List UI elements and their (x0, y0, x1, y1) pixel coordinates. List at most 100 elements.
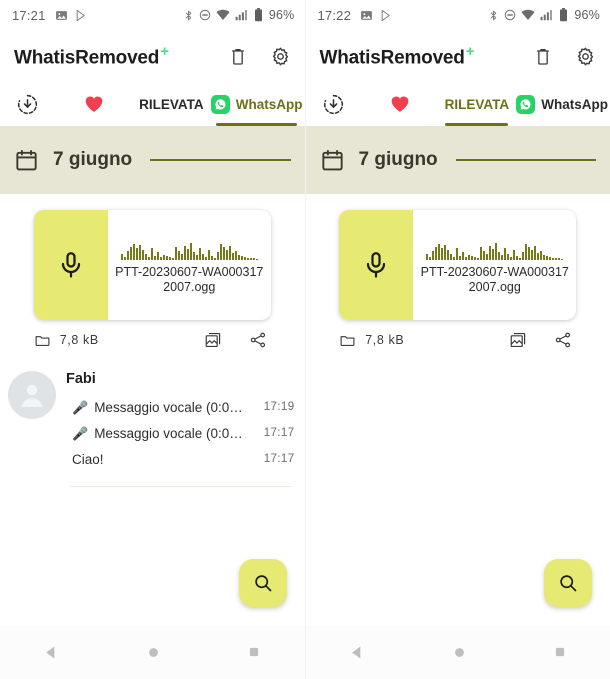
audio-card[interactable]: PTT-20230607-WA0003172007.ogg (33, 210, 271, 320)
audio-filename: PTT-20230607-WA0003172007.ogg (115, 264, 264, 294)
restore-icon (16, 93, 39, 116)
status-bar: 17:22 96% (306, 0, 610, 30)
message-time: 17:17 (263, 453, 295, 465)
tab-whatsapp[interactable]: WhatsApp (514, 82, 610, 126)
waveform (426, 236, 564, 260)
back-icon[interactable] (43, 644, 60, 661)
share-icon[interactable] (554, 331, 572, 349)
recents-icon[interactable] (553, 645, 567, 659)
image-icon (55, 9, 68, 22)
dnd-icon (504, 9, 516, 21)
tab-underline (216, 123, 297, 126)
list-item[interactable]: 🎤 Messaggio vocale (0:0… 17:19 (66, 394, 295, 420)
list-item[interactable]: 🎤 Messaggio vocale (0:0… 17:17 (66, 420, 295, 446)
tab-underline (445, 123, 509, 126)
app-title: WhatisRemoved+ (14, 43, 169, 69)
delete-icon[interactable] (533, 46, 553, 66)
date-rule (455, 159, 596, 161)
message-time: 17:17 (263, 427, 295, 439)
list-item[interactable]: Ciao! 17:17 (66, 446, 295, 472)
app-bar: WhatisRemoved+ (306, 30, 610, 82)
screen-left: 17:21 96% WhatisRemoved+ RILEVATA WhatsA… (0, 0, 305, 679)
dual-screenshot-container: 17:21 96% WhatisRemoved+ RILEVATA WhatsA… (0, 0, 610, 679)
signal-icon (235, 9, 249, 21)
app-bar: WhatisRemoved+ (0, 30, 305, 82)
audio-card-thumb (339, 210, 414, 320)
back-icon[interactable] (349, 644, 366, 661)
gallery-icon[interactable] (204, 331, 222, 349)
status-bar: 17:21 96% (0, 0, 305, 30)
restore-icon (322, 93, 345, 116)
message-text: Ciao! (72, 451, 104, 467)
message-text: Messaggio vocale (0:0… (94, 399, 243, 415)
search-fab-button[interactable] (238, 559, 287, 607)
date-header: 7 giugno (305, 126, 610, 194)
tab-whatsapp-label: WhatsApp (235, 96, 303, 112)
battery-percent: 96% (574, 8, 600, 22)
android-nav-bar (305, 625, 610, 679)
wifi-icon (216, 9, 230, 21)
divider (70, 486, 291, 487)
chat-body: Fabi 🎤 Messaggio vocale (0:0… 17:19 🎤 Me… (66, 369, 295, 487)
audio-card-body: PTT-20230607-WA0003172007.ogg (413, 210, 576, 320)
screen-right: 17:22 96% WhatisRemoved+ RILEVATA WhatsA… (304, 0, 610, 679)
tab-bar: RILEVATA WhatsApp (0, 82, 305, 126)
audio-filename: PTT-20230607-WA0003172007.ogg (420, 264, 569, 294)
share-icon[interactable] (249, 331, 267, 349)
audio-card-section: PTT-20230607-WA0003172007.ogg 7,8 kB (306, 194, 610, 349)
recents-icon[interactable] (247, 645, 261, 659)
status-time: 17:21 (12, 7, 46, 23)
delete-icon[interactable] (228, 46, 248, 66)
tab-restore[interactable] (306, 82, 367, 126)
tab-whatsapp[interactable]: WhatsApp (209, 82, 305, 126)
search-icon (557, 572, 579, 594)
audio-card-body: PTT-20230607-WA0003172007.ogg (108, 210, 271, 320)
date-rule (150, 159, 291, 161)
play-store-icon (380, 9, 393, 22)
chat-contact-name: Fabi (66, 371, 96, 387)
home-icon[interactable] (146, 645, 161, 660)
android-nav-bar (0, 625, 305, 679)
plus-badge: + (160, 42, 169, 60)
file-size: 7,8 kB (59, 333, 99, 347)
battery-icon (559, 8, 568, 22)
microphone-icon (56, 250, 86, 280)
tab-underline (372, 123, 433, 126)
whatsapp-icon (516, 94, 536, 114)
microphone-emoji-icon: 🎤 (72, 399, 89, 415)
home-icon[interactable] (452, 645, 467, 660)
date-label: 7 giugno (358, 149, 438, 170)
folder-icon (34, 332, 51, 349)
file-size: 7,8 kB (365, 333, 405, 347)
audio-card-thumb (33, 210, 108, 320)
tab-underline (5, 123, 56, 126)
settings-icon[interactable] (270, 46, 291, 67)
tab-favorites[interactable] (61, 82, 134, 126)
tab-whatsapp-label: WhatsApp (541, 96, 608, 112)
microphone-icon (361, 250, 391, 280)
wifi-icon (521, 9, 535, 21)
tab-rilevata[interactable]: RILEVATA (134, 82, 209, 126)
battery-icon (254, 8, 263, 22)
tab-restore[interactable] (0, 82, 61, 126)
chat-entry[interactable]: Fabi 🎤 Messaggio vocale (0:0… 17:19 🎤 Me… (0, 369, 305, 487)
date-label: 7 giugno (53, 149, 133, 170)
calendar-icon (320, 148, 345, 173)
tab-underline (310, 123, 361, 126)
message-time: 17:19 (263, 401, 295, 413)
heart-icon (389, 93, 411, 115)
tab-rilevata-label: RILEVATA (139, 96, 204, 112)
audio-card-meta: 7,8 kB (34, 331, 271, 349)
battery-percent: 96% (268, 8, 295, 22)
play-store-icon (75, 9, 88, 22)
app-title: WhatisRemoved+ (320, 43, 475, 69)
tab-rilevata[interactable]: RILEVATA (439, 82, 514, 126)
tab-favorites[interactable] (367, 82, 440, 126)
heart-icon (83, 93, 105, 115)
gallery-icon[interactable] (509, 331, 527, 349)
search-fab-button[interactable] (544, 559, 592, 607)
person-avatar-icon (8, 371, 56, 419)
folder-icon (339, 332, 356, 349)
audio-card[interactable]: PTT-20230607-WA0003172007.ogg (339, 210, 577, 320)
settings-icon[interactable] (575, 46, 596, 67)
